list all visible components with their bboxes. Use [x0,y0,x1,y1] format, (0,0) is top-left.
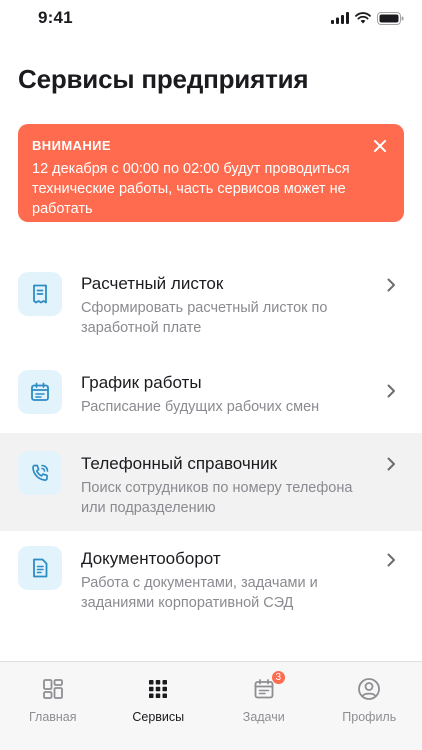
chevron-right-icon [384,278,398,292]
status-time: 9:41 [38,8,73,27]
service-description: Расписание будущих рабочих смен [81,399,320,415]
tab-tasks[interactable]: 3 Задачи [211,662,317,750]
service-icon-container [18,272,62,316]
service-icon-container [18,451,62,495]
alert-text: 12 декабря с 00:00 по 02:00 будут провод… [32,161,350,217]
tab-bar: Главная Сервисы 3 Задачи Профиль [0,661,422,750]
tab-label: Задачи [242,710,285,724]
service-item-document-flow[interactable]: Документооборот Работа с документами, за… [0,531,422,629]
tab-profile[interactable]: Профиль [317,662,422,750]
service-item-phone-directory[interactable]: Телефонный справочник Поиск сотрудников … [0,433,422,531]
maintenance-alert: ВНИМАНИЕ 12 декабря с 00:00 по 02:00 буд… [18,124,404,222]
screen: 9:41 Сервисы предприятия ВНИМАНИЕ 12 дек… [0,0,422,750]
tab-services[interactable]: Сервисы [106,662,212,750]
service-item-payslip[interactable]: Расчетный листок Сформировать расчетный … [0,244,422,342]
home-grid-icon [40,676,66,702]
tab-label: Профиль [342,710,397,724]
service-title: Телефонный справочник [81,454,278,473]
battery-icon [377,11,404,25]
service-title: Расчетный листок [81,274,224,293]
close-icon [374,140,386,152]
service-title: Документооборот [81,549,221,568]
service-title: График работы [81,373,202,392]
chevron-right-icon [384,384,398,398]
tab-label: Главная [28,710,77,724]
chevron-right-icon [384,553,398,567]
service-item-schedule[interactable]: График работы Расписание будущих рабочих… [0,342,422,433]
tab-home[interactable]: Главная [0,662,106,750]
document-icon [33,558,48,578]
tasks-calendar-icon: 3 [251,670,286,702]
service-description: Сформировать расчетный листок по заработ… [81,300,328,336]
service-list: Расчетный листок Сформировать расчетный … [0,244,422,629]
service-description: Поиск сотрудников по номеру телефона или… [81,480,353,516]
receipt-icon [33,284,47,304]
phone-icon [32,464,49,481]
tab-label: Сервисы [132,710,185,724]
signal-icon [331,12,349,24]
page-title: Сервисы предприятия [18,64,309,94]
alert-title: ВНИМАНИЕ [32,138,111,153]
tasks-badge: 3 [270,670,286,685]
alert-close-button[interactable] [368,134,392,158]
service-icon-container [18,546,62,590]
calendar-icon [31,382,49,401]
chevron-right-icon [384,457,398,471]
profile-icon [356,676,382,702]
services-grid-icon [145,676,171,702]
wifi-icon [355,12,371,24]
status-bar: 9:41 [0,0,422,36]
status-icons [331,11,404,25]
service-description: Работа с документами, задачами и задания… [81,575,318,611]
service-icon-container [18,370,62,414]
